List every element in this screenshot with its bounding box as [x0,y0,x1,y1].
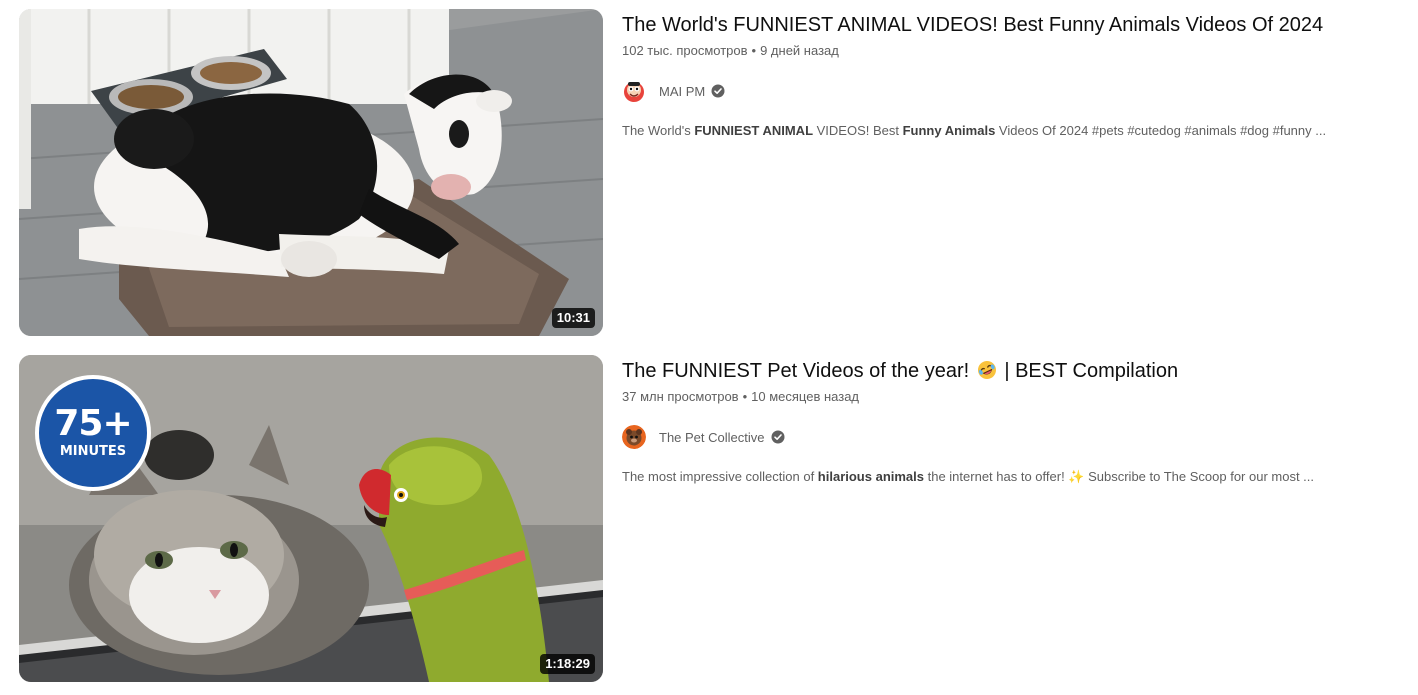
video-info-1: The World's FUNNIEST ANIMAL VIDEOS! Best… [622,9,1382,337]
video-result-1[interactable]: 10:31 The World's FUNNIEST ANIMAL VIDEOS… [19,9,1399,337]
desc-text: The most impressive collection of [622,469,818,484]
title-text: The FUNNIEST Pet Videos of the year! [622,360,970,382]
rolling-laughing-emoji-icon [977,361,996,379]
video-thumbnail-2[interactable]: 75+ MINUTES 1:18:29 [19,355,603,682]
minutes-badge: 75+ MINUTES [35,375,151,491]
video-meta-2: 37 млн просмотров • 10 месяцев назад [622,388,1382,406]
desc-highlight: hilarious animals [817,469,924,484]
video-title-2[interactable]: The FUNNIEST Pet Videos of the year! | B… [622,357,1382,385]
channel-name-2[interactable]: The Pet Collective [659,430,765,445]
video-duration-2: 1:18:29 [540,654,595,674]
verified-check-icon [711,84,725,98]
video-description-2: The most impressive collection of hilari… [622,468,1382,486]
desc-highlight: Funny Animals [902,123,996,138]
video-meta-1: 102 тыс. просмотров • 9 дней назад [622,42,1382,60]
view-count: 102 тыс. просмотров [622,43,748,58]
desc-text: Videos Of 2024 #pets #cutedog #animals #… [995,123,1327,138]
video-description-1: The World's FUNNIEST ANIMAL VIDEOS! Best… [622,122,1382,140]
desc-text: the internet has to offer! ✨ Subscribe t… [924,469,1315,484]
video-info-2: The FUNNIEST Pet Videos of the year! | B… [622,355,1382,683]
desc-text: VIDEOS! Best [813,123,903,138]
meta-separator: • [751,43,757,58]
channel-avatar-2[interactable] [622,425,646,449]
search-results: 10:31 The World's FUNNIEST ANIMAL VIDEOS… [0,0,1418,695]
badge-label: MINUTES [59,444,127,459]
video-result-2[interactable]: 75+ MINUTES 1:18:29 The FUNNIEST Pet Vid… [19,355,1399,683]
channel-row-1[interactable]: MAI PM [622,78,1382,104]
title-text: | BEST Compilation [1004,360,1179,382]
cow-thumbnail-image [19,9,603,336]
video-thumbnail-1[interactable]: 10:31 [19,9,603,336]
meta-separator: • [742,389,748,404]
upload-age: 9 дней назад [760,43,839,58]
desc-text: The World's [622,123,695,138]
channel-row-2[interactable]: The Pet Collective [622,424,1382,450]
channel-name-1[interactable]: MAI PM [659,84,705,99]
desc-highlight: FUNNIEST ANIMAL [694,123,814,138]
verified-check-icon [771,430,784,444]
upload-age: 10 месяцев назад [751,389,860,404]
video-duration-1: 10:31 [551,308,595,328]
view-count: 37 млн просмотров [622,389,739,404]
badge-number: 75+ [54,403,132,444]
channel-avatar-1[interactable] [622,79,646,103]
video-title-1[interactable]: The World's FUNNIEST ANIMAL VIDEOS! Best… [622,11,1382,39]
